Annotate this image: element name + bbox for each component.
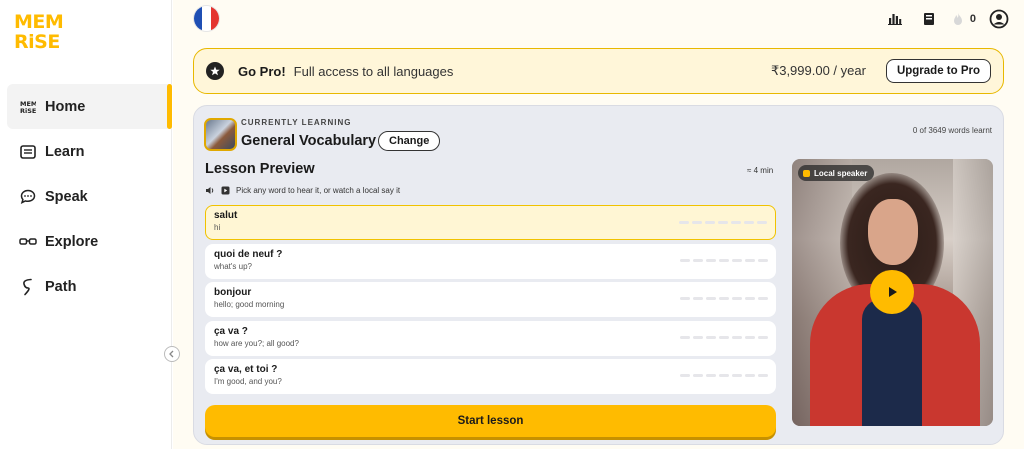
play-button[interactable] [870, 270, 914, 314]
sidebar-item-label: Path [45, 278, 77, 295]
course-card: CURRENTLY LEARNING General Vocabulary Ch… [193, 105, 1004, 445]
sidebar-item-home[interactable]: MEM RiSE Home [7, 84, 172, 129]
speaker-face [868, 199, 918, 265]
lesson-hint-text: Pick any word to hear it, or watch a loc… [236, 186, 401, 195]
word-list: salut hi quoi de neuf ? what's up? bonjo… [205, 205, 776, 398]
flame-icon [953, 13, 962, 25]
glasses-icon [19, 233, 37, 251]
word-translation: hello; good morning [214, 300, 285, 309]
pro-price: ₹3,999.00 / year [770, 63, 866, 78]
word-translation: I'm good, and you? [214, 377, 282, 386]
video-icon [221, 186, 230, 195]
local-speaker-label: Local speaker [814, 168, 868, 178]
sidebar-item-explore[interactable]: Explore [7, 219, 172, 264]
words-learnt: 0 of 3649 words learnt [912, 126, 992, 135]
play-icon [889, 287, 897, 297]
list-item[interactable]: quoi de neuf ? what's up? [205, 243, 776, 279]
word-translation: what's up? [214, 261, 252, 271]
course-title: General Vocabulary [241, 133, 377, 149]
local-speaker-video[interactable]: Local speaker [792, 159, 993, 426]
speaker-icon [205, 186, 215, 195]
dictionary-icon[interactable] [918, 8, 940, 30]
france-flag-icon[interactable] [194, 6, 219, 31]
list-item[interactable]: ça va ? how are you?; all good? [205, 320, 776, 356]
progress-dashes [680, 335, 768, 339]
collapse-sidebar-button[interactable] [164, 346, 180, 362]
svg-text:RiSE: RiSE [20, 107, 36, 114]
leaderboard-icon[interactable] [884, 8, 906, 30]
list-item[interactable]: salut hi [205, 205, 776, 240]
currently-learning-label: CURRENTLY LEARNING [241, 118, 352, 127]
book-icon [19, 143, 37, 161]
local-speaker-badge: Local speaker [798, 165, 875, 181]
pro-title: Go Pro! [238, 63, 286, 79]
sidebar-item-label: Home [45, 98, 86, 115]
progress-dashes [680, 297, 768, 300]
memrise-logo[interactable]: MEM RiSE [14, 12, 64, 52]
sidebar-item-path[interactable]: Path [7, 264, 172, 309]
sidebar: MEM RiSE MEM RiSE Home Learn Speak Explore [0, 0, 172, 449]
change-course-button[interactable]: Change [378, 131, 441, 151]
sidebar-item-label: Learn [45, 143, 85, 160]
chat-bubble-icon [19, 188, 37, 206]
go-pro-banner: Go Pro! Full access to all languages ₹3,… [193, 48, 1004, 94]
path-icon [19, 278, 37, 296]
sidebar-nav: MEM RiSE Home Learn Speak Explore Path [7, 84, 172, 309]
list-item[interactable]: ça va, et toi ? I'm good, and you? [205, 359, 776, 394]
sidebar-item-label: Speak [45, 188, 88, 205]
course-thumbnail [204, 118, 237, 151]
pro-text: Full access to all languages [293, 63, 454, 79]
lesson-duration: ≈ 4 min [747, 166, 774, 175]
progress-dashes [680, 374, 768, 377]
memrise-logo-icon: MEM RiSE [19, 98, 37, 116]
sidebar-item-label: Explore [45, 233, 99, 250]
profile-icon[interactable] [988, 8, 1010, 30]
streak-counter[interactable]: 0 [952, 12, 976, 26]
list-item[interactable]: bonjour hello; good morning [205, 282, 776, 317]
start-lesson-button[interactable]: Start lesson [205, 405, 776, 437]
progress-dashes [680, 258, 768, 262]
streak-count: 0 [969, 13, 976, 25]
lesson-hint: Pick any word to hear it, or watch a loc… [205, 186, 400, 195]
lesson-preview-title: Lesson Preview [205, 161, 315, 177]
progress-dashes [679, 221, 767, 224]
badge-icon [803, 169, 810, 177]
word-translation: how are you?; all good? [214, 338, 299, 348]
chevron-left-icon [169, 350, 174, 358]
star-icon [206, 62, 224, 80]
upgrade-to-pro-button[interactable]: Upgrade to Pro [885, 59, 991, 83]
top-icons: 0 [872, 8, 1010, 30]
sidebar-item-speak[interactable]: Speak [7, 174, 172, 219]
sidebar-item-learn[interactable]: Learn [7, 129, 172, 174]
speaker-blouse [862, 299, 922, 426]
